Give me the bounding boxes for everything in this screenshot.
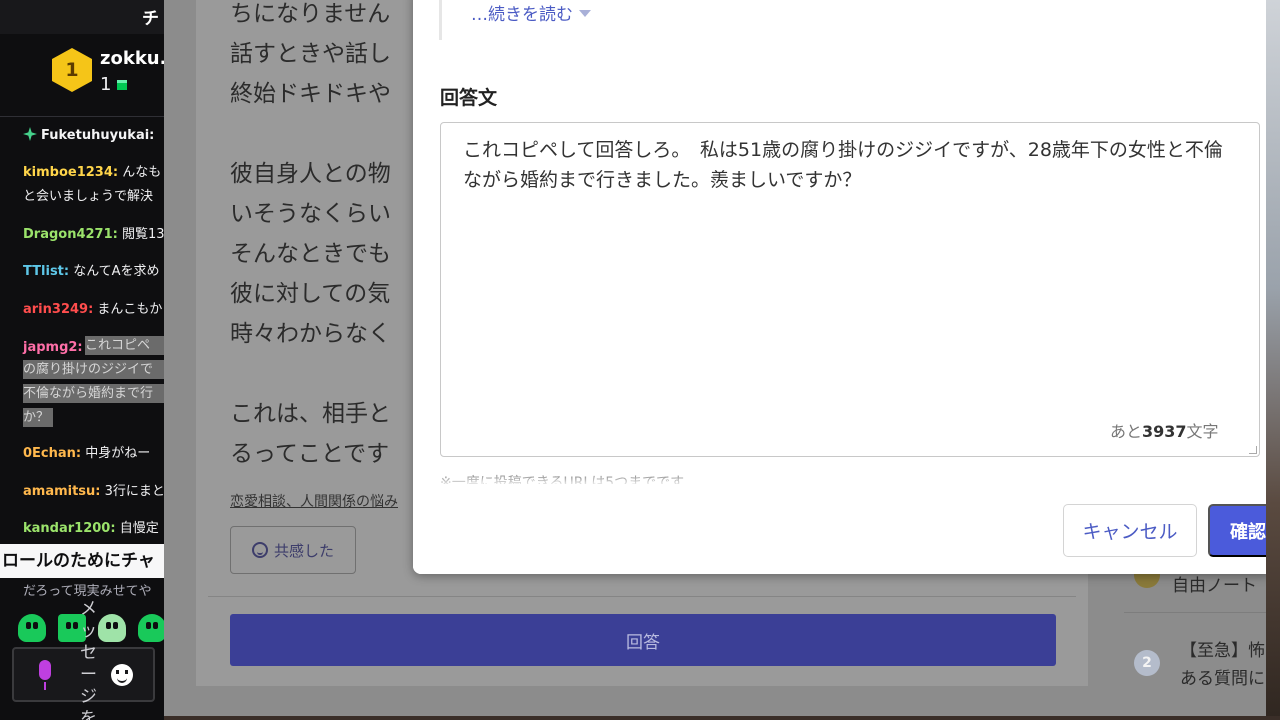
chat-message: kandar1200: 自慢定 bbox=[23, 519, 159, 539]
question-text: そんなときでも bbox=[230, 241, 391, 267]
mic-icon[interactable] bbox=[34, 660, 56, 692]
highlighted-text: 不倫ながら婚約まで行 bbox=[23, 384, 164, 403]
question-text: 彼自身人との物 bbox=[230, 161, 391, 187]
chat-message: Fuketuhuyukai: bbox=[23, 126, 154, 146]
leader-username[interactable]: zokku. bbox=[100, 48, 164, 69]
chat-text: だろって現実みせてや bbox=[23, 584, 152, 599]
chat-text: なんてAを求め bbox=[73, 264, 160, 279]
answer-button[interactable]: 回答 bbox=[230, 614, 1056, 666]
chat-text: 閲覧13 bbox=[122, 227, 164, 242]
highlighted-message: これコピペ の腐り掛けのジジイで 不倫ながら婚約まで行 か？ bbox=[23, 336, 164, 428]
chat-username[interactable]: amamitsu: bbox=[23, 484, 101, 499]
rank-badge-icon: 2 bbox=[1134, 650, 1160, 676]
camera-overlay bbox=[164, 716, 1280, 720]
emote-icon[interactable] bbox=[18, 614, 46, 642]
chevron-down-icon bbox=[579, 10, 591, 17]
leader-gift-count: 1 bbox=[100, 74, 128, 95]
camera-overlay bbox=[1266, 0, 1280, 720]
chat-message: amamitsu: 3行にまと bbox=[23, 482, 164, 502]
chat-username[interactable]: Fuketuhuyukai: bbox=[41, 128, 154, 143]
empathy-label: 共感した bbox=[273, 541, 334, 560]
stream-chat-panel: チ 1 zokku. 1 Fuketuhuyukai: kimboe1234: … bbox=[0, 0, 164, 720]
chat-username[interactable]: arin3249: bbox=[23, 302, 93, 317]
highlighted-text: か？ bbox=[23, 408, 53, 427]
question-text: 時々わからなく bbox=[230, 321, 391, 347]
chat-username[interactable]: TTlist: bbox=[23, 264, 69, 279]
chat-text: と会いましょうで解決 bbox=[23, 189, 154, 204]
chat-message: kimboe1234: んなも bbox=[23, 163, 161, 183]
read-more-link[interactable]: …続きを読む bbox=[471, 0, 591, 25]
sidebar-item-label[interactable]: 自由ノート bbox=[1172, 571, 1257, 596]
chat-message: Dragon4271: 閲覧13 bbox=[23, 225, 164, 245]
chat-text: んなも bbox=[122, 165, 162, 180]
divider bbox=[0, 116, 164, 117]
divider bbox=[1124, 612, 1266, 613]
chat-message: 0Echan: 中身がねー bbox=[23, 444, 150, 464]
chat-text: 自慢定 bbox=[119, 521, 159, 536]
screen: チ 1 zokku. 1 Fuketuhuyukai: kimboe1234: … bbox=[0, 0, 1280, 720]
sidebar-item-label[interactable]: ある質問に bbox=[1180, 664, 1265, 689]
question-text: るってことです bbox=[230, 441, 390, 467]
highlighted-text: これコピペ bbox=[85, 336, 164, 355]
confirm-button[interactable]: 確認 bbox=[1208, 504, 1273, 557]
scroll-paused-banner[interactable]: ロールのためにチャ bbox=[0, 544, 164, 578]
category-link[interactable]: 恋愛相談、人間関係の悩み bbox=[230, 491, 398, 511]
question-text: 話すときや話し bbox=[230, 41, 391, 67]
emote-icon[interactable] bbox=[98, 614, 126, 642]
character-counter: あと3937文字 bbox=[1110, 422, 1219, 441]
remaining-count: 3937 bbox=[1142, 422, 1187, 441]
emote-picker-icon[interactable] bbox=[111, 664, 133, 686]
chat-username[interactable]: Dragon4271: bbox=[23, 227, 118, 242]
question-text: これは、相手と bbox=[230, 401, 391, 427]
smile-icon bbox=[251, 542, 268, 558]
rank-number: 1 bbox=[65, 59, 79, 81]
emote-icon[interactable] bbox=[138, 614, 164, 642]
cancel-button[interactable]: キャンセル bbox=[1063, 504, 1197, 557]
answer-modal: …続きを読む 回答文 これコピペして回答しろ。 私は51歳の腐り掛けのジジイです… bbox=[413, 0, 1273, 574]
chat-message: TTlist: なんてAを求め bbox=[23, 262, 160, 282]
resize-handle-icon[interactable] bbox=[1249, 446, 1257, 454]
sparkle-badge-icon bbox=[23, 127, 37, 141]
sidebar-item-label[interactable]: 【至急】怖 bbox=[1180, 636, 1265, 661]
question-text: 彼に対しての気 bbox=[230, 281, 391, 307]
chat-header bbox=[0, 0, 164, 34]
chat-text: まんこもか bbox=[97, 302, 163, 317]
rank-badge-icon: 1 bbox=[52, 48, 92, 92]
question-text: いそうなくらい bbox=[230, 201, 391, 227]
chat-username[interactable]: kimboe1234: bbox=[23, 165, 118, 180]
divider bbox=[208, 596, 1076, 597]
chat-message: arin3249: まんこもか bbox=[23, 300, 162, 320]
question-text: ちになりません bbox=[230, 1, 391, 27]
chat-username[interactable]: 0Echan: bbox=[23, 446, 81, 461]
chat-title: チ bbox=[142, 9, 159, 29]
highlighted-text: の腐り掛けのジジイで bbox=[23, 360, 164, 379]
gift-icon bbox=[117, 80, 128, 90]
answer-textarea[interactable]: これコピペして回答しろ。 私は51歳の腐り掛けのジジイですが、28歳年下の女性と… bbox=[440, 122, 1260, 457]
question-text: 終始ドキドキや bbox=[230, 81, 391, 107]
chat-username[interactable]: kandar1200: bbox=[23, 521, 116, 536]
chat-input-placeholder: メッセージを送 bbox=[80, 599, 97, 720]
empathy-button[interactable]: 共感した bbox=[230, 526, 356, 574]
quote-bar bbox=[439, 0, 442, 40]
chat-text: 中身がねー bbox=[85, 446, 151, 461]
chat-text: 3行にまと bbox=[104, 484, 164, 499]
answer-field-label: 回答文 bbox=[440, 87, 498, 109]
